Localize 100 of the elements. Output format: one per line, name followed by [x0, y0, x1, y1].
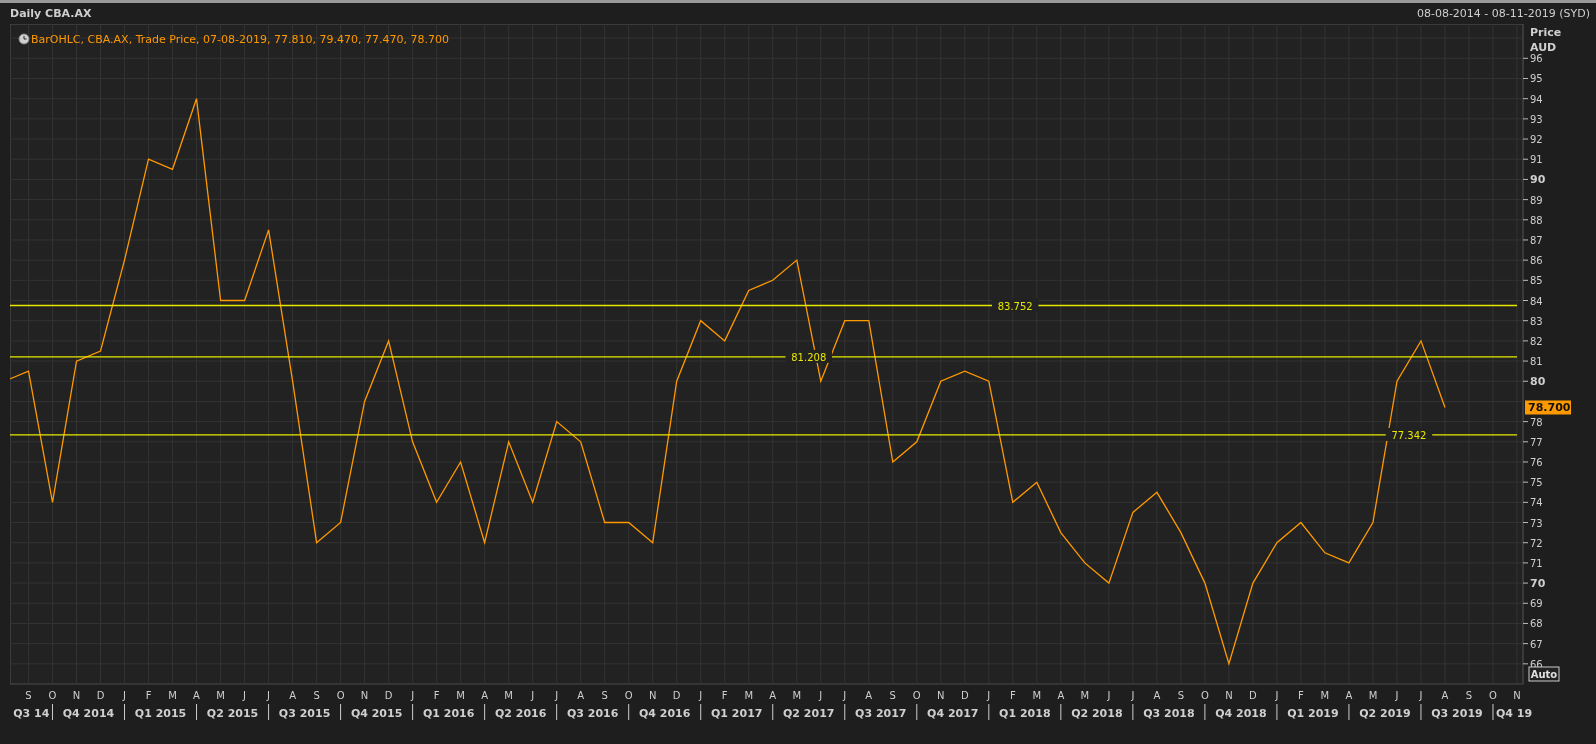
month-label: J	[1107, 690, 1111, 701]
tick-mark	[1522, 279, 1529, 281]
quarter-divider	[124, 703, 125, 721]
y-tick-label: 94	[1530, 93, 1543, 105]
tick-mark	[1522, 219, 1529, 221]
month-label: J	[555, 690, 559, 701]
tick-mark	[1522, 562, 1529, 564]
month-label: N	[1513, 690, 1521, 701]
quarter-label: Q1 2018	[999, 707, 1051, 720]
month-label: N	[1225, 690, 1233, 701]
quarter-label: Q2 2019	[1359, 707, 1411, 720]
month-label: N	[360, 690, 369, 701]
y-tick-label: 73	[1530, 517, 1543, 529]
quarter-label: Q2 2015	[206, 707, 259, 720]
quarter-label: Q4 2014	[62, 707, 115, 720]
y-tick-label: 85	[1530, 275, 1543, 287]
tick-mark	[1522, 481, 1529, 483]
quarter-label: Q4 2017	[927, 707, 979, 720]
tick-mark	[1522, 158, 1529, 160]
month-label: D	[1249, 690, 1257, 701]
quarter-divider	[844, 703, 846, 721]
tick-mark	[1522, 57, 1529, 59]
tick-mark	[1522, 340, 1529, 342]
tick-mark	[1522, 542, 1529, 544]
y-tick-label: 77	[1530, 436, 1543, 448]
quarter-divider	[1276, 703, 1278, 721]
tick-mark	[1522, 300, 1529, 301]
month-label: J	[1419, 690, 1423, 701]
month-label: N	[937, 690, 945, 701]
quarter-label: Q1 2016	[422, 707, 475, 720]
quarter-label: Q4 2015	[350, 707, 403, 720]
quarter-divider	[916, 703, 918, 721]
month-label: F	[1298, 690, 1304, 701]
tick-mark	[1522, 199, 1529, 201]
auto-button[interactable]: Auto	[1528, 666, 1560, 682]
month-label: A	[193, 690, 200, 701]
month-label: F	[433, 690, 440, 701]
quarter-divider	[268, 703, 270, 721]
tick-mark	[1522, 78, 1529, 79]
quarter-divider	[628, 703, 630, 721]
quarter-label: Q3 2017	[855, 707, 907, 720]
quarter-divider	[1348, 703, 1350, 721]
tick-mark	[1522, 461, 1529, 463]
month-label: F	[721, 690, 728, 701]
axis-title: AUD	[1530, 41, 1557, 54]
month-label: M	[1320, 690, 1330, 701]
y-tick-label: 83	[1530, 315, 1543, 327]
quarter-label: Q1 2019	[1287, 707, 1339, 720]
quarter-divider	[1060, 703, 1062, 721]
date-range: 08-08-2014 - 08-11-2019 (SYD)	[1416, 7, 1590, 20]
month-label: A	[481, 690, 489, 701]
axis-title: Price	[1530, 26, 1562, 39]
month-label: M	[744, 690, 754, 701]
y-tick-label: 75	[1530, 477, 1543, 489]
tick-mark	[1522, 360, 1529, 362]
quarter-label: Q2 2017	[783, 707, 835, 720]
quarter-divider	[340, 703, 342, 721]
tick-mark	[1522, 380, 1529, 382]
month-label: A	[865, 690, 873, 701]
legend-text: BarOHLC, CBA.AX, Trade Price, 07-08-2019, 77.810, 79.470, 77.470, 78.700	[31, 33, 449, 46]
quarter-divider	[1492, 703, 1494, 721]
month-label: M	[1032, 690, 1042, 701]
month-label: S	[889, 690, 896, 701]
tick-mark	[1522, 118, 1529, 120]
month-label: J	[819, 690, 823, 701]
tick-mark	[1522, 320, 1529, 322]
y-tick-label: 87	[1530, 234, 1543, 246]
month-label: O	[336, 690, 345, 701]
month-label: J	[411, 690, 415, 701]
y-tick-label: 81	[1530, 356, 1543, 368]
quarter-divider	[556, 703, 558, 721]
y-tick-label: 89	[1530, 194, 1543, 206]
month-label: D	[672, 690, 681, 701]
y-tick-label: 92	[1530, 134, 1543, 146]
chart-title: Daily CBA.AX	[10, 7, 92, 20]
y-tick-label: 93	[1530, 113, 1543, 125]
quarter-label: Q1 2017	[711, 707, 763, 720]
month-label: J	[243, 690, 247, 701]
tick-mark	[1522, 622, 1529, 624]
tick-mark	[1522, 421, 1529, 423]
y-tick-label: 69	[1530, 598, 1543, 610]
quarter-label: Q3 14	[13, 707, 50, 720]
month-label: A	[1153, 690, 1161, 701]
quarter-label: Q3 2016	[566, 707, 619, 720]
month-label: O	[1200, 690, 1209, 701]
month-label: D	[96, 690, 105, 701]
y-tick-label: 76	[1530, 457, 1543, 468]
quarter-label: Q4 2018	[1215, 707, 1267, 720]
tick-mark	[1522, 643, 1529, 645]
quarter-divider	[484, 703, 486, 721]
quarter-divider	[196, 703, 198, 721]
tick-mark	[1522, 98, 1529, 100]
quarter-label: Q3 2018	[1143, 707, 1195, 720]
month-label: M	[456, 690, 465, 701]
y-tick-label: 95	[1530, 73, 1543, 85]
month-label: S	[1465, 690, 1473, 701]
y-tick-label: 72	[1530, 537, 1543, 549]
month-label: O	[1489, 690, 1497, 701]
quarter-label: Q4 2016	[639, 707, 691, 720]
month-label: M	[1080, 690, 1090, 701]
